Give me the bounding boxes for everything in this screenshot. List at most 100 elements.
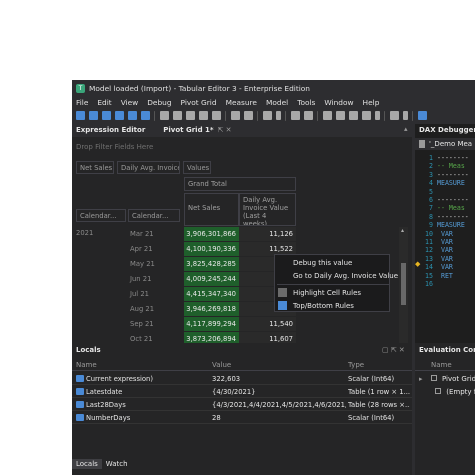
dropdown-arrow-icon[interactable] xyxy=(403,111,408,120)
cell-net-sales[interactable]: 4,415,347,340 xyxy=(184,287,239,301)
menu-debug-this-value[interactable]: Debug this value xyxy=(293,259,352,267)
comment-icon[interactable] xyxy=(323,111,332,120)
open-folder-icon[interactable] xyxy=(76,111,85,120)
tab-locals[interactable]: Locals xyxy=(72,459,102,469)
locals-row[interactable]: Current expression) 322,603 Scalar (Int64) xyxy=(72,373,412,385)
cell-net-sales[interactable]: 3,825,428,285 xyxy=(184,257,239,271)
filter-icon[interactable] xyxy=(291,111,300,120)
dropdown-arrow-icon[interactable] xyxy=(375,111,380,120)
redo-icon[interactable] xyxy=(244,111,253,120)
new-document-icon[interactable] xyxy=(160,111,169,120)
row-header-calendar-month[interactable]: Calendar... xyxy=(128,209,180,222)
toolbar-separator xyxy=(285,110,286,121)
expand-arrow-icon[interactable]: ▸ xyxy=(419,375,423,383)
panel-controls-icon[interactable]: ▢ ⇱ ✕ xyxy=(382,346,405,354)
cell-net-sales[interactable]: 3,906,301,866 xyxy=(184,227,239,241)
row-month-label[interactable]: Jun 21 xyxy=(130,275,151,283)
col-header-daily-avg[interactable]: Daily Avg. Invoice Value (Last 4 weeks) xyxy=(239,193,296,226)
cell-daily-avg[interactable]: 11,126 xyxy=(239,227,296,241)
menu-view[interactable]: View xyxy=(121,98,139,107)
document-tabs: Expression Editor Pivot Grid 1* ⇱ ✕ xyxy=(76,124,242,136)
menu-model[interactable]: Model xyxy=(266,98,288,107)
cell-net-sales[interactable]: 4,009,245,244 xyxy=(184,272,239,286)
undo-icon[interactable] xyxy=(231,111,240,120)
menu-window[interactable]: Window xyxy=(324,98,353,107)
locals-row[interactable]: Latestdate {4/30/2021} Table (1 row × 1... xyxy=(72,386,412,398)
menu-highlight-cell-rules[interactable]: Highlight Cell Rules xyxy=(293,289,361,297)
row-month-label[interactable]: Oct 21 xyxy=(130,335,153,343)
open-database-icon[interactable] xyxy=(102,111,111,120)
format-icon[interactable] xyxy=(263,111,272,120)
menu-go-to-measure[interactable]: Go to Daily Avg. Invoice Value xyxy=(293,272,398,280)
filter-drop-zone[interactable]: Drop Filter Fields Here xyxy=(76,143,153,151)
evaluation-col-name[interactable]: Name xyxy=(431,361,452,369)
open-model-icon[interactable] xyxy=(89,111,98,120)
locals-col-value[interactable]: Value xyxy=(212,361,231,369)
new-pivot-icon[interactable] xyxy=(186,111,195,120)
chevron-up-icon[interactable]: ▴ xyxy=(404,125,408,133)
data-header-net-sales[interactable]: Net Sales xyxy=(76,161,114,174)
lightbulb-icon[interactable] xyxy=(362,111,371,120)
row-month-label[interactable]: Mar 21 xyxy=(130,230,154,238)
panel-icon[interactable] xyxy=(418,111,427,120)
scrollbar-thumb[interactable] xyxy=(401,263,406,305)
locals-col-name[interactable]: Name xyxy=(76,361,97,369)
scroll-up-icon[interactable]: ▴ xyxy=(401,227,404,234)
evaluation-row-empty-filter[interactable]: (Empty fil xyxy=(429,388,475,396)
deploy-icon[interactable] xyxy=(141,111,150,120)
tab-watch[interactable]: Watch xyxy=(102,459,132,469)
uncomment-icon[interactable] xyxy=(336,111,345,120)
variable-icon xyxy=(76,414,84,421)
data-header-values[interactable]: Values xyxy=(183,161,211,174)
cell-daily-avg[interactable]: 11,540 xyxy=(239,317,296,331)
cell-net-sales[interactable]: 3,946,269,818 xyxy=(184,302,239,316)
row-year-2021[interactable]: 2021 xyxy=(76,229,93,237)
col-header-net-sales[interactable]: Net Sales xyxy=(184,193,239,226)
local-type: Table (1 row × 1... xyxy=(348,388,410,396)
sort-icon[interactable] xyxy=(304,111,313,120)
save-icon[interactable] xyxy=(115,111,124,120)
locals-title: Locals xyxy=(76,346,101,354)
menu-measure[interactable]: Measure xyxy=(226,98,257,107)
menu-tools[interactable]: Tools xyxy=(297,98,315,107)
row-month-label[interactable]: Aug 21 xyxy=(130,305,154,313)
dax-debugger-title[interactable]: DAX Debugger xyxy=(419,126,475,134)
layout-icon[interactable] xyxy=(390,111,399,120)
line-text: -- Meas xyxy=(437,162,465,171)
locals-row[interactable]: NumberDays 28 Scalar (Int64) xyxy=(72,412,412,424)
locals-row[interactable]: Last28Days {4/3/2021,4/4/2021,4/5/2021,4/… xyxy=(72,399,412,411)
menu-help[interactable]: Help xyxy=(363,98,380,107)
dax-code-line: 6 -------- xyxy=(415,196,475,205)
variable-icon xyxy=(76,388,84,395)
row-month-label[interactable]: Jul 21 xyxy=(130,290,149,298)
dax-code-line: 15 RET xyxy=(415,272,475,281)
menu-file[interactable]: File xyxy=(76,98,88,107)
row-month-label[interactable]: Apr 21 xyxy=(130,245,153,253)
row-header-calendar-year[interactable]: Calendar... xyxy=(76,209,126,222)
dax-file-tab[interactable]: '_Demo Mea xyxy=(415,138,475,150)
cell-net-sales[interactable]: 4,100,190,336 xyxy=(184,242,239,256)
local-value: {4/30/2021} xyxy=(212,388,256,396)
cell-net-sales[interactable]: 4,117,899,294 xyxy=(184,317,239,331)
evaluation-row-pivot-grid[interactable]: ▸ Pivot Grid xyxy=(419,375,475,383)
tab-pivot-grid[interactable]: Pivot Grid 1* xyxy=(163,126,213,134)
menu-top-bottom-rules[interactable]: Top/Bottom Rules xyxy=(293,302,354,310)
new-diagram-icon[interactable] xyxy=(199,111,208,120)
menu-edit[interactable]: Edit xyxy=(97,98,111,107)
grid-icon[interactable] xyxy=(349,111,358,120)
dropdown-arrow-icon[interactable] xyxy=(276,111,281,120)
tab-expression-editor[interactable]: Expression Editor xyxy=(76,126,145,134)
menu-debug[interactable]: Debug xyxy=(147,98,171,107)
new-script-icon[interactable] xyxy=(212,111,221,120)
data-header-daily-avg[interactable]: Daily Avg. Invoice... xyxy=(117,161,180,174)
pin-icon[interactable]: ⇱ ✕ xyxy=(218,126,232,134)
new-query-icon[interactable] xyxy=(173,111,182,120)
save-all-icon[interactable] xyxy=(128,111,137,120)
row-month-label[interactable]: Sep 21 xyxy=(130,320,154,328)
locals-col-type[interactable]: Type xyxy=(348,361,364,369)
line-text: VAR xyxy=(437,263,453,272)
row-month-label[interactable]: May 21 xyxy=(130,260,155,268)
menu-pivot-grid[interactable]: Pivot Grid xyxy=(181,98,217,107)
toolbar-separator xyxy=(225,110,226,121)
line-number: 7 xyxy=(429,204,433,213)
